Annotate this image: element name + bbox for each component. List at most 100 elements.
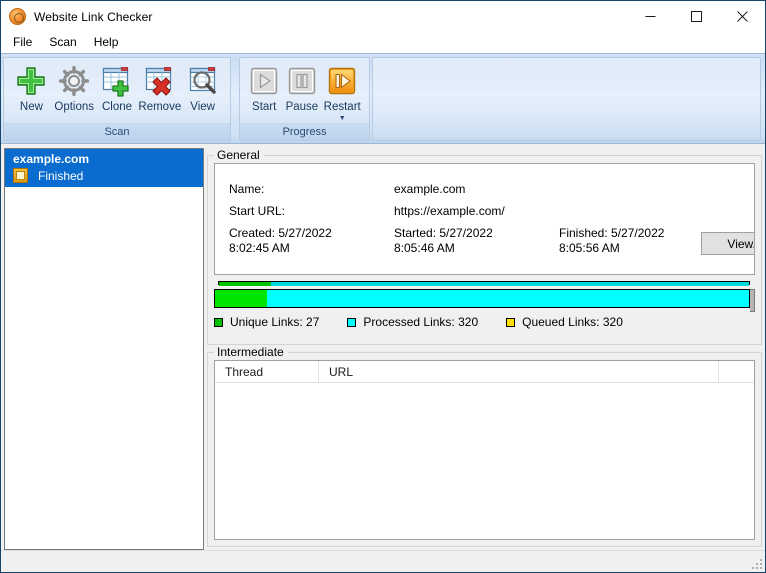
name-row: Name: example.com (229, 182, 755, 196)
new-button-label: New (20, 101, 43, 114)
progress-bar-wrapper (214, 285, 755, 308)
legend-swatch-processed (347, 318, 356, 327)
name-value: example.com (394, 182, 465, 196)
finished-date-line2: 8:05:56 AM (559, 241, 697, 256)
link-globe-icon (9, 8, 26, 25)
legend-item-unique: Unique Links: 27 (214, 315, 319, 329)
gear-icon (57, 64, 91, 98)
start-button[interactable]: Start (246, 62, 282, 114)
minimize-icon[interactable] (627, 1, 673, 32)
ribbon-group-scan-label: Scan (4, 123, 230, 140)
progress-bar-3d-top (214, 281, 755, 285)
progress-section: Unique Links: 27 Processed Links: 320 Qu… (214, 285, 755, 329)
restart-icon (325, 64, 359, 98)
application-window: Website Link Checker File Scan Help (0, 0, 766, 573)
menu-item-scan[interactable]: Scan (45, 33, 85, 52)
scan-list-sidebar[interactable]: example.com Finished (4, 148, 204, 550)
view-button[interactable]: View... (701, 232, 755, 255)
legend-label-queued: Queued Links: 320 (522, 315, 623, 329)
pause-button[interactable]: Pause (282, 62, 321, 114)
start-url-row: Start URL: https://example.com/ (229, 204, 755, 218)
grid-plus-icon (100, 64, 134, 98)
maximize-icon[interactable] (673, 1, 719, 32)
intermediate-groupbox-title: Intermediate (214, 345, 288, 359)
menu-item-file[interactable]: File (9, 33, 41, 52)
created-date-line1: Created: 5/27/2022 (229, 226, 394, 241)
clone-button-label: Clone (102, 101, 132, 114)
started-date: Started: 5/27/2022 8:05:46 AM (394, 226, 559, 256)
general-info-panel: Name: example.com Start URL: https://exa… (214, 163, 755, 275)
view-scan-button[interactable]: View (181, 62, 224, 114)
ribbon-group-scan: New (3, 57, 231, 141)
remove-button[interactable]: Remove (138, 62, 181, 114)
general-info-content: Name: example.com Start URL: https://exa… (215, 164, 755, 274)
sidebar-item-status-row: Finished (9, 168, 199, 183)
ribbon-group-progress-label: Progress (240, 123, 369, 140)
options-button[interactable]: Options (53, 62, 96, 114)
started-date-line1: Started: 5/27/2022 (394, 226, 559, 241)
clone-button[interactable]: Clone (96, 62, 139, 114)
table-header-row: Thread URL (215, 361, 754, 383)
legend-label-unique: Unique Links: 27 (230, 315, 319, 329)
start-button-label: Start (252, 101, 276, 114)
progress-bar (214, 289, 750, 308)
legend-item-processed: Processed Links: 320 (347, 315, 478, 329)
name-label: Name: (229, 182, 394, 196)
play-icon (247, 64, 281, 98)
menu-bar: File Scan Help (1, 32, 765, 53)
intermediate-table[interactable]: Thread URL (214, 360, 755, 540)
sidebar-item-status: Finished (38, 169, 83, 183)
created-date-line2: 8:02:45 AM (229, 241, 394, 256)
table-body (215, 383, 754, 539)
progress-segment-processed (267, 290, 749, 307)
plus-icon (14, 64, 48, 98)
pause-button-label: Pause (286, 101, 319, 114)
grid-delete-icon (143, 64, 177, 98)
started-date-line2: 8:05:46 AM (394, 241, 559, 256)
start-url-value: https://example.com/ (394, 204, 505, 218)
created-date: Created: 5/27/2022 8:02:45 AM (229, 226, 394, 256)
progress-bar-3d-edge (750, 289, 755, 312)
legend-swatch-unique (214, 318, 223, 327)
grid-search-icon (186, 64, 220, 98)
status-bar (1, 550, 765, 572)
sidebar-item-label: example.com (9, 152, 199, 167)
start-url-label: Start URL: (229, 204, 394, 218)
close-icon[interactable] (719, 1, 765, 32)
details-pane: General Name: example.com Start URL: htt… (207, 148, 763, 550)
ribbon-group-progress: Start Pause (239, 57, 370, 141)
progress-segment-unique (215, 290, 267, 307)
restart-button[interactable]: Restart ▼ (321, 62, 363, 123)
window-controls (627, 1, 765, 32)
ribbon-toolbar: New (1, 53, 765, 144)
scan-status-icon (13, 168, 28, 183)
column-header-blank[interactable] (719, 361, 754, 382)
ribbon-group-scan-body: New (4, 58, 230, 123)
dates-row: Created: 5/27/2022 8:02:45 AM Started: 5… (229, 226, 755, 256)
sidebar-item-example-com[interactable]: example.com Finished (5, 149, 203, 187)
ribbon-group-empty (372, 57, 761, 141)
finished-date-line1: Finished: 5/27/2022 (559, 226, 697, 241)
new-button[interactable]: New (10, 62, 53, 114)
general-groupbox: General Name: example.com Start URL: htt… (207, 155, 762, 345)
options-button-label: Options (54, 101, 94, 114)
column-header-thread[interactable]: Thread (215, 361, 319, 382)
general-groupbox-title: General (214, 148, 264, 162)
main-content: example.com Finished General Name: examp… (1, 144, 765, 550)
resize-grip-icon[interactable] (752, 559, 762, 569)
column-header-url[interactable]: URL (319, 361, 719, 382)
remove-button-label: Remove (138, 101, 181, 114)
restart-button-label: Restart (324, 101, 361, 114)
window-title: Website Link Checker (34, 10, 153, 24)
legend-swatch-queued (506, 318, 515, 327)
legend-label-processed: Processed Links: 320 (363, 315, 478, 329)
pause-icon (285, 64, 319, 98)
view-scan-button-label: View (190, 101, 215, 114)
ribbon-group-empty-body (373, 58, 760, 140)
title-bar: Website Link Checker (1, 1, 765, 32)
intermediate-groupbox: Intermediate Thread URL (207, 352, 762, 547)
finished-date: Finished: 5/27/2022 8:05:56 AM (559, 226, 697, 256)
menu-item-help[interactable]: Help (90, 33, 128, 52)
chevron-down-icon[interactable]: ▼ (339, 115, 346, 123)
legend-item-queued: Queued Links: 320 (506, 315, 623, 329)
